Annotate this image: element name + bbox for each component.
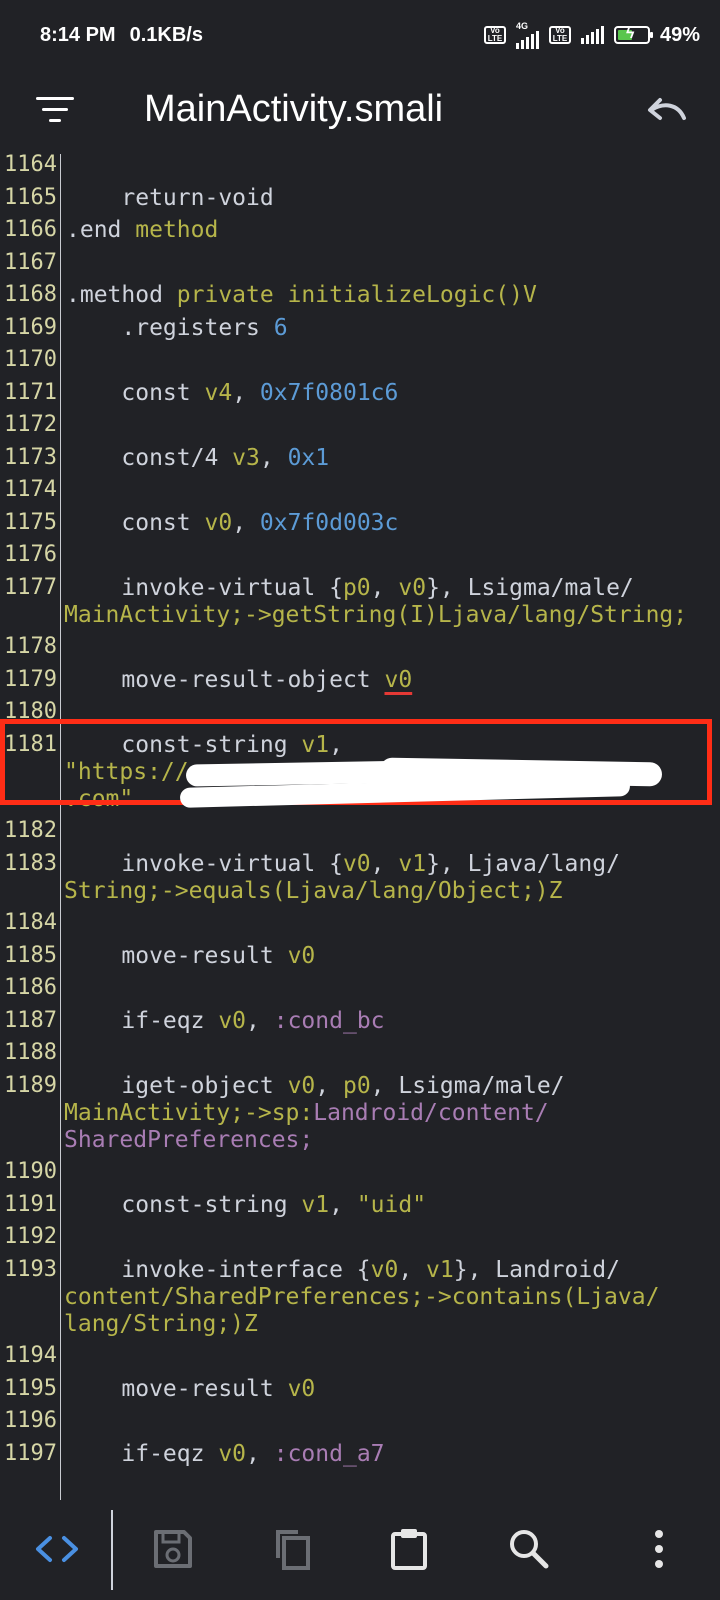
code-text: move-result v0 xyxy=(66,1375,316,1402)
line-number: 1188 xyxy=(4,1040,57,1065)
line-number: 1164 xyxy=(4,154,57,177)
gutter-divider xyxy=(60,154,61,1500)
code-wrap-text: MainActivity;->sp:Landroid/content/ xyxy=(64,1099,549,1126)
line-number: 1183 xyxy=(4,850,57,876)
code-text: return-void xyxy=(66,184,274,211)
sim1-signal-icon: 4G xyxy=(515,20,539,49)
line-number: 1170 xyxy=(4,347,57,372)
network-type: 4G xyxy=(515,20,528,31)
code-text: invoke-interface {v0, v1}, Landroid/ xyxy=(66,1256,620,1283)
battery-percent: 49% xyxy=(659,23,700,46)
line-number: 1167 xyxy=(4,249,57,275)
copy-icon[interactable] xyxy=(266,1524,316,1574)
undo-icon[interactable] xyxy=(644,92,688,132)
code-text: const/4 v3, 0x1 xyxy=(66,444,330,471)
line-number: 1178 xyxy=(4,634,57,659)
line-number: 1174 xyxy=(4,477,57,502)
code-text: move-result-object v0 xyxy=(66,666,413,693)
app-bar: MainActivity.smali xyxy=(0,70,720,154)
clipboard-icon[interactable] xyxy=(384,1524,434,1574)
line-number: 1179 xyxy=(4,666,57,692)
line-number: 1169 xyxy=(4,314,57,340)
code-wrap-text: MainActivity;->getString(I)Ljava/lang/St… xyxy=(64,601,688,628)
line-number: 1172 xyxy=(4,412,57,437)
line-number: 1166 xyxy=(4,217,57,242)
line-number: 1168 xyxy=(4,282,57,307)
toolbar-divider xyxy=(111,1510,113,1590)
line-number: 1197 xyxy=(4,1440,57,1466)
line-number: 1194 xyxy=(4,1343,57,1368)
volte-icon: Vo LTE xyxy=(483,26,506,44)
bottom-toolbar xyxy=(0,1500,720,1600)
line-number: 1187 xyxy=(4,1007,57,1033)
line-number: 1173 xyxy=(4,444,57,470)
code-text: invoke-virtual {p0, v0}, Lsigma/male/ xyxy=(66,574,634,601)
line-number: 1192 xyxy=(4,1224,57,1249)
line-number: 1185 xyxy=(4,942,57,968)
line-number: 1189 xyxy=(4,1072,57,1098)
code-text: const v0, 0x7f0d003c xyxy=(66,509,399,536)
more-vert-icon[interactable] xyxy=(634,1524,684,1574)
search-icon[interactable] xyxy=(504,1524,554,1574)
status-right: Vo LTE 4G Vo LTE ϟ 49% xyxy=(483,20,700,49)
code-wrap-text: SharedPreferences; xyxy=(64,1126,314,1153)
status-bar: 8:14 PM 0.1KB/s Vo LTE 4G Vo LTE ϟ 49% xyxy=(0,0,720,70)
line-number: 1176 xyxy=(4,542,57,567)
line-number: 1165 xyxy=(4,184,57,210)
code-text: move-result v0 xyxy=(66,942,316,969)
code-text: .method private initializeLogic()V xyxy=(66,282,537,308)
line-number: 1175 xyxy=(4,509,57,535)
line-number: 1195 xyxy=(4,1375,57,1401)
code-editor[interactable]: 1164 1165 return-void 1166 .end method 1167 1… xyxy=(0,154,720,1500)
line-number: 1171 xyxy=(4,379,57,405)
volte-icon-2: Vo LTE xyxy=(548,26,571,44)
line-number: 1190 xyxy=(4,1159,57,1184)
filter-menu-icon[interactable] xyxy=(36,97,74,127)
code-text: if-eqz v0, :cond_bc xyxy=(66,1007,385,1034)
code-text: if-eqz v0, :cond_a7 xyxy=(66,1440,385,1467)
save-icon[interactable] xyxy=(148,1524,198,1574)
clock: 8:14 PM xyxy=(40,23,116,46)
charging-bolt-icon: ϟ xyxy=(625,25,635,42)
code-text: iget-object v0, p0, Lsigma/male/ xyxy=(66,1072,565,1099)
code-text: .registers 6 xyxy=(66,314,288,341)
code-text: const v4, 0x7f0801c6 xyxy=(66,379,399,406)
line-number: 1193 xyxy=(4,1256,57,1282)
sim2-signal-icon xyxy=(580,26,604,44)
line-number: 1196 xyxy=(4,1408,57,1433)
line-number: 1182 xyxy=(4,818,57,843)
line-number: 1191 xyxy=(4,1191,57,1217)
code-wrap-text: lang/String;)Z xyxy=(64,1310,258,1337)
status-left: 8:14 PM 0.1KB/s xyxy=(40,24,203,47)
net-speed: 0.1KB/s xyxy=(129,23,203,46)
code-wrap-text: String;->equals(Ljava/lang/Object;)Z xyxy=(64,877,563,904)
line-number: 1177 xyxy=(4,574,57,600)
code-text: const-string v1, "uid" xyxy=(66,1191,427,1218)
code-wrap-text: content/SharedPreferences;->contains(Lja… xyxy=(64,1283,660,1310)
file-title: MainActivity.smali xyxy=(144,88,444,130)
line-number: 1184 xyxy=(4,910,57,935)
battery-icon: ϟ xyxy=(613,25,653,44)
code-icon[interactable] xyxy=(32,1524,82,1574)
code-text: invoke-virtual {v0, v1}, Ljava/lang/ xyxy=(66,850,620,877)
line-number: 1186 xyxy=(4,975,57,1000)
code-text: .end method xyxy=(66,217,219,243)
